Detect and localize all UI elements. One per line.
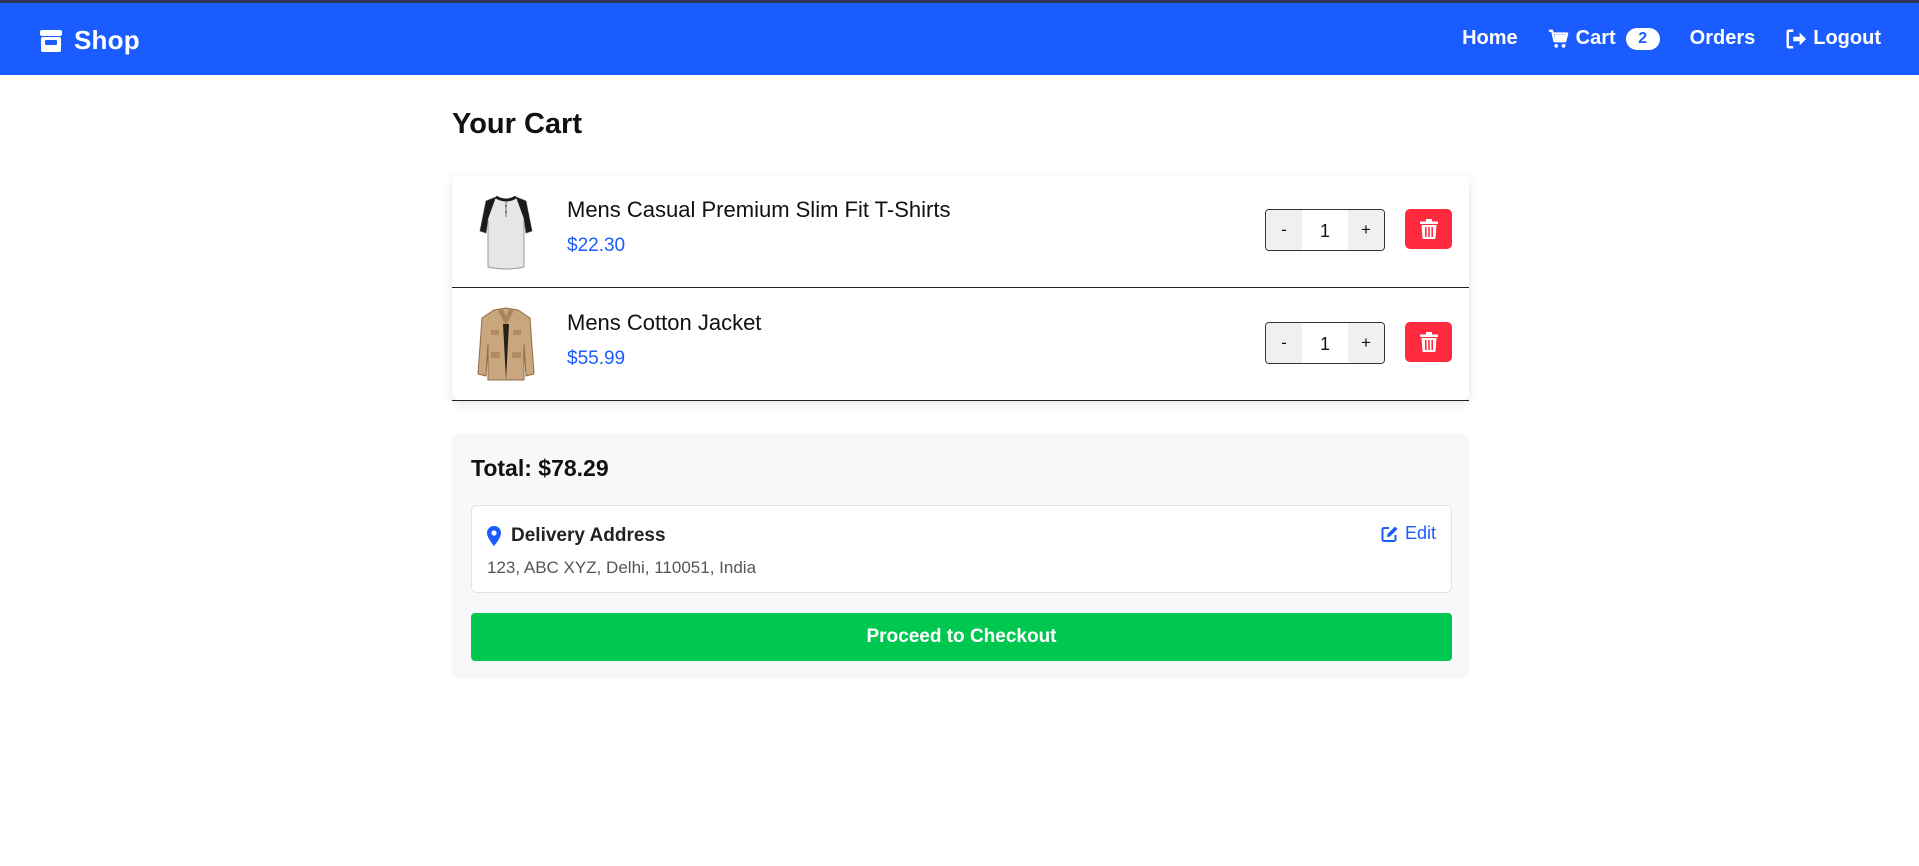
quantity-input[interactable] [1302, 210, 1348, 250]
cart-total: Total: $78.29 [471, 455, 609, 481]
item-price: $55.99 [567, 348, 626, 369]
nav-cart-label: Cart [1575, 27, 1616, 49]
brand[interactable]: Shop [38, 25, 140, 56]
page-title: Your Cart [452, 108, 582, 140]
remove-item-button[interactable] [1405, 209, 1452, 249]
edit-icon [1381, 526, 1398, 542]
cart-item: Mens Cotton Jacket $55.99 - + [452, 288, 1469, 401]
trash-icon [1419, 219, 1438, 239]
decrease-quantity-button[interactable]: - [1266, 210, 1302, 250]
logout-icon [1786, 29, 1807, 48]
remove-item-button[interactable] [1405, 322, 1452, 362]
delivery-address-card: Delivery Address 123, ABC XYZ, Delhi, 11… [471, 505, 1452, 593]
quantity-stepper: - + [1265, 209, 1385, 251]
trash-icon [1419, 332, 1438, 352]
quantity-stepper: - + [1265, 322, 1385, 364]
address-header: Delivery Address [487, 525, 666, 547]
nav-orders-link[interactable]: Orders [1690, 27, 1756, 50]
nav-links: Home Cart 2 Orders Logout [1462, 27, 1881, 50]
navbar: Shop Home Cart 2 Orders Logout [0, 3, 1919, 75]
nav-orders-label: Orders [1689, 27, 1756, 49]
jacket-image [477, 307, 535, 381]
nav-logout-link[interactable]: Logout [1785, 27, 1881, 50]
checkout-button[interactable]: Proceed to Checkout [471, 613, 1452, 661]
order-summary: Total: $78.29 Delivery Address 123, ABC … [452, 433, 1469, 679]
cart-count-badge: 2 [1625, 27, 1660, 50]
location-pin-icon [487, 526, 501, 546]
nav-home-link[interactable]: Home [1462, 27, 1518, 50]
increase-quantity-button[interactable]: + [1348, 323, 1384, 363]
address-text: 123, ABC XYZ, Delhi, 110051, India [487, 558, 757, 577]
item-price: $22.30 [567, 235, 626, 256]
item-name: Mens Cotton Jacket [567, 310, 762, 335]
increase-quantity-button[interactable]: + [1348, 210, 1384, 250]
edit-address-label: Edit [1404, 523, 1436, 543]
brand-name: Shop [74, 25, 140, 55]
address-title: Delivery Address [511, 525, 666, 546]
edit-address-link[interactable]: Edit [1381, 523, 1436, 544]
store-icon [40, 29, 62, 52]
quantity-input[interactable] [1302, 323, 1348, 363]
decrease-quantity-button[interactable]: - [1266, 323, 1302, 363]
nav-home-label: Home [1462, 27, 1518, 49]
cart-list: Mens Casual Premium Slim Fit T-Shirts $2… [452, 175, 1469, 401]
item-name: Mens Casual Premium Slim Fit T-Shirts [567, 197, 951, 222]
tshirt-image [479, 195, 533, 270]
cart-item: Mens Casual Premium Slim Fit T-Shirts $2… [452, 175, 1469, 288]
nav-cart-link[interactable]: Cart 2 [1548, 27, 1660, 50]
cart-icon [1548, 29, 1568, 48]
nav-logout-label: Logout [1813, 27, 1881, 49]
